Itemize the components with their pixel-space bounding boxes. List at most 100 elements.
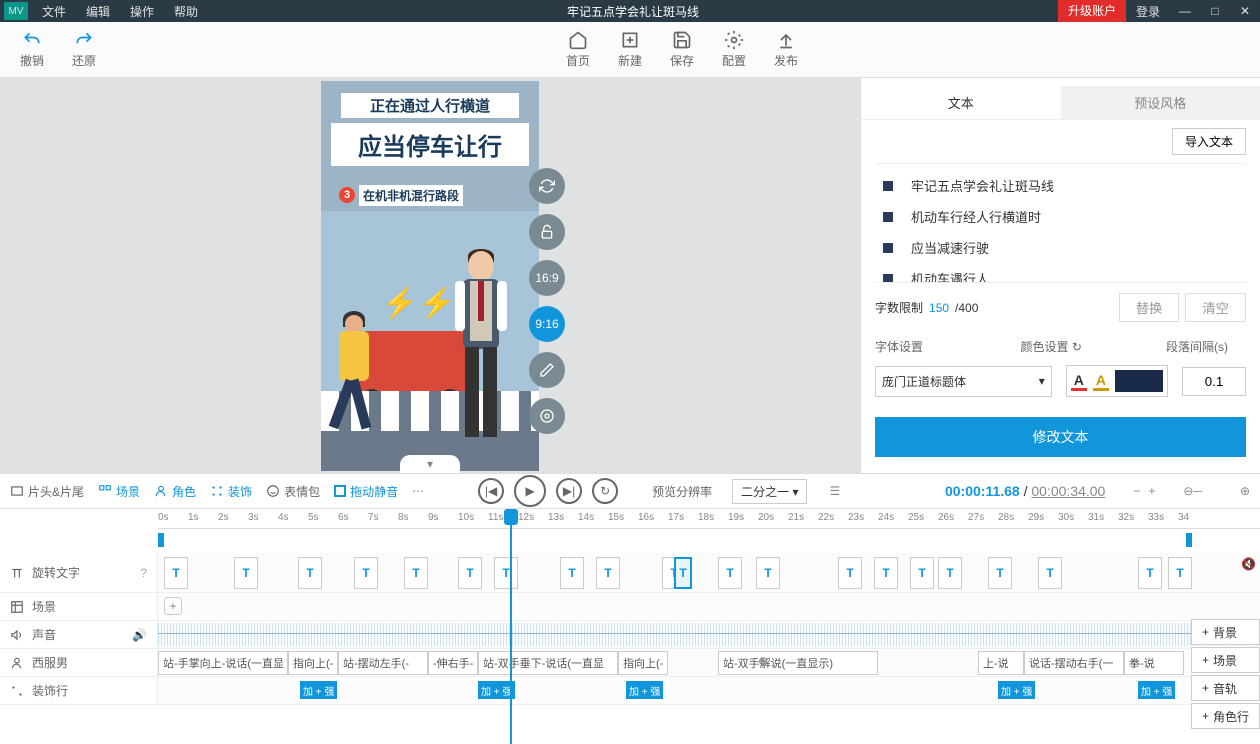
waveform[interactable] (158, 623, 1260, 646)
timeline[interactable]: 0s1s2s3s4s5s6s7s8s9s10s11s12s13s14s15s16… (0, 509, 1260, 744)
config-button[interactable]: 配置 (722, 30, 746, 69)
text-clip[interactable]: T (404, 557, 428, 589)
text-clip[interactable]: T (718, 557, 742, 589)
text-clip[interactable]: T (1038, 557, 1062, 589)
stage[interactable]: 正在通过人行横道 应当停车让行 3 在机非机混行路段 ⚡⚡ (321, 81, 539, 471)
man-graphic[interactable] (451, 251, 511, 451)
preview-res-select[interactable]: 二分之一 ▾ (732, 479, 807, 504)
clear-button[interactable]: 清空 (1185, 293, 1246, 322)
emoji-button[interactable]: 表情包 (266, 483, 320, 500)
minimize-button[interactable]: — (1170, 4, 1200, 18)
action-clip[interactable]: 上-说 (978, 651, 1024, 675)
text-clip[interactable]: T (596, 557, 620, 589)
close-button[interactable]: ✕ (1230, 4, 1260, 18)
track-body[interactable]: + (158, 593, 1260, 620)
stage-text-3[interactable]: 在机非机混行路段 (359, 185, 463, 206)
text-clip[interactable]: T (910, 557, 934, 589)
stage-text-1[interactable]: 正在通过人行横道 (341, 93, 519, 118)
text-clip[interactable]: T (838, 557, 862, 589)
track-body[interactable]: 加 + 强加 + 强加 + 强加 + 强加 + 强 (158, 677, 1260, 704)
canvas-area[interactable]: 正在通过人行横道 应当停车让行 3 在机非机混行路段 ⚡⚡ 16:9 9:16 … (0, 78, 860, 473)
track-body[interactable]: 🔇 TTTTTTTTTTTTTTTTTTTTT (158, 553, 1260, 592)
add-bg-button[interactable]: + 背景 (1191, 619, 1260, 645)
speaker-icon[interactable]: 🔊 (132, 628, 147, 642)
zoom-fit-button[interactable]: ⊕ (1240, 484, 1250, 498)
menu-help[interactable]: 帮助 (164, 3, 208, 20)
text-color-b[interactable]: A (1093, 372, 1109, 391)
add-scene-button[interactable]: + (164, 597, 182, 615)
menu-edit[interactable]: 编辑 (76, 3, 120, 20)
zoom-out-button[interactable]: − (1133, 484, 1140, 498)
action-clip[interactable]: 站-双手垂下-说话(一直显 (478, 651, 618, 675)
range-start[interactable] (158, 533, 164, 547)
font-select[interactable]: 庞门正道标题体▾ (875, 366, 1052, 397)
menu-file[interactable]: 文件 (32, 3, 76, 20)
zoom-in-button[interactable]: + (1148, 484, 1155, 498)
layers-icon[interactable]: ☰ (829, 484, 840, 498)
text-clip[interactable]: T (494, 557, 518, 589)
action-clip[interactable]: 指向上(- (288, 651, 338, 675)
add-audio-button[interactable]: + 音轨 (1191, 675, 1260, 701)
time-ruler[interactable]: 0s1s2s3s4s5s6s7s8s9s10s11s12s13s14s15s16… (158, 509, 1260, 529)
track-body[interactable]: 站-手掌向上-说话(一直显指向上(-站-摆动左手(--伸右手-站-双手垂下-说话… (158, 649, 1260, 676)
stage-text-2[interactable]: 应当停车让行 (331, 123, 529, 166)
gap-input[interactable] (1182, 367, 1246, 396)
time-total[interactable]: 00:00:34.00 (1031, 483, 1105, 499)
speaker-icon[interactable]: 🔇 (1241, 557, 1256, 571)
redo-button[interactable]: 还原 (72, 30, 96, 69)
color-swatch[interactable] (1115, 370, 1163, 392)
text-clip[interactable]: T (988, 557, 1012, 589)
scene-button[interactable]: 场景 (98, 483, 140, 500)
login-button[interactable]: 登录 (1126, 3, 1170, 20)
add-scene-button[interactable]: + 场景 (1191, 647, 1260, 673)
role-button[interactable]: 角色 (154, 483, 196, 500)
playhead[interactable] (510, 509, 512, 744)
track-body[interactable] (158, 621, 1260, 648)
next-button[interactable]: ▶| (556, 478, 582, 504)
loop-button[interactable]: ↻ (592, 478, 618, 504)
play-button[interactable]: ▶ (514, 475, 546, 507)
text-clip[interactable]: T (354, 557, 378, 589)
more-icon[interactable]: ⋯ (412, 484, 424, 498)
text-clip[interactable]: T (458, 557, 482, 589)
prev-button[interactable]: |◀ (478, 478, 504, 504)
range-end[interactable] (1186, 533, 1192, 547)
text-clip[interactable]: T (1168, 557, 1192, 589)
text-clip[interactable]: T (164, 557, 188, 589)
action-clip[interactable]: -伸右手- (428, 651, 478, 675)
deco-clip[interactable]: 加 + 强 (998, 681, 1035, 699)
list-item[interactable]: 机动车行经人行横道时 (875, 201, 1246, 232)
text-clip[interactable]: T (674, 557, 692, 589)
tab-preset[interactable]: 预设风格 (1061, 86, 1260, 119)
help-icon[interactable]: ? (140, 566, 147, 580)
action-clip[interactable]: 站-手掌向上-说话(一直显 (158, 651, 288, 675)
action-clip[interactable]: 说话-摆动右手(一 (1024, 651, 1124, 675)
text-clip[interactable]: T (756, 557, 780, 589)
deco-clip[interactable]: 加 + 强 (626, 681, 663, 699)
publish-button[interactable]: 发布 (774, 30, 798, 69)
deco-clip[interactable]: 加 + 强 (1138, 681, 1175, 699)
text-clip[interactable]: T (874, 557, 898, 589)
list-item[interactable]: 应当减速行驶 (875, 232, 1246, 263)
upgrade-button[interactable]: 升级账户 (1058, 0, 1126, 22)
home-button[interactable]: 首页 (566, 30, 590, 69)
action-clip[interactable]: 指向上(- (618, 651, 668, 675)
action-clip[interactable]: 站-双手解说(一直显示) (718, 651, 878, 675)
canvas-collapse[interactable]: ▾ (400, 455, 460, 473)
menu-action[interactable]: 操作 (120, 3, 164, 20)
list-item[interactable]: 牢记五点学会礼让斑马线 (875, 170, 1246, 201)
text-list[interactable]: 牢记五点学会礼让斑马线 机动车行经人行横道时 应当减速行驶 机动车遇行人 (875, 163, 1246, 283)
text-color-a[interactable]: A (1071, 372, 1087, 391)
text-clip[interactable]: T (234, 557, 258, 589)
maximize-button[interactable]: □ (1200, 4, 1230, 18)
new-button[interactable]: 新建 (618, 30, 642, 69)
refresh-tool[interactable] (529, 168, 565, 204)
text-clip[interactable]: T (298, 557, 322, 589)
edit-tool[interactable] (529, 352, 565, 388)
text-clip[interactable]: T (938, 557, 962, 589)
deco-button[interactable]: 装饰 (210, 483, 252, 500)
deco-clip[interactable]: 加 + 强 (300, 681, 337, 699)
text-clip[interactable]: T (560, 557, 584, 589)
settings-tool[interactable] (529, 398, 565, 434)
lock-tool[interactable] (529, 214, 565, 250)
